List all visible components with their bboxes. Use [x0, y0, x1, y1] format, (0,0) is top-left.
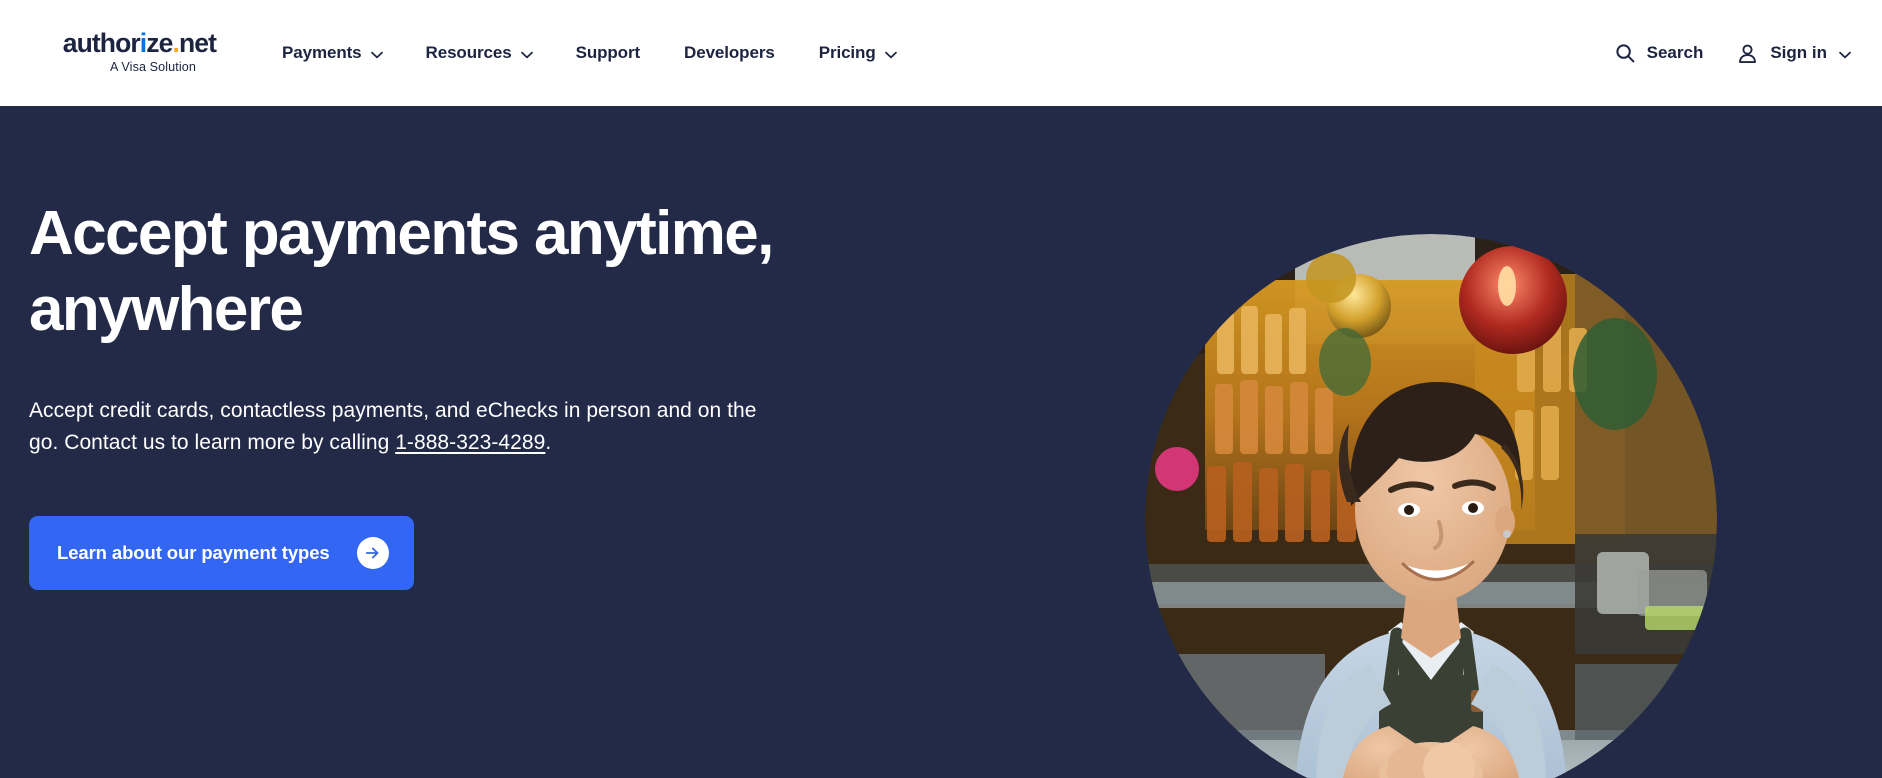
hero-description-suffix: . [545, 431, 552, 455]
logo-wordmark: authorize.net [62, 27, 217, 58]
hero-title-line-1: Accept payments anytime, [29, 199, 774, 268]
nav-item-pricing[interactable]: Pricing [797, 35, 918, 71]
hero-description: Accept credit cards, contactless payment… [29, 395, 789, 459]
site-header: authorize.net A Visa Solution Payments R… [0, 0, 1882, 106]
sign-in-button[interactable]: Sign in [1737, 43, 1851, 64]
phone-link[interactable]: 1-888-323-4289 [395, 431, 545, 454]
nav-item-support[interactable]: Support [554, 35, 662, 71]
nav-item-label: Support [575, 43, 641, 62]
logo-text-before-i: author [62, 27, 141, 58]
user-icon [1737, 43, 1758, 64]
arrow-right-circle-icon [356, 537, 389, 570]
hero-title-line-2: anywhere [29, 274, 304, 344]
nav-item-label: Developers [684, 43, 775, 62]
logo-tagline: A Visa Solution [110, 60, 196, 75]
logo-text-after-i: ze [146, 27, 173, 58]
nav-item-resources[interactable]: Resources [404, 35, 554, 71]
logo[interactable]: authorize.net A Visa Solution [26, 27, 217, 75]
nav-item-developers[interactable]: Developers [662, 35, 797, 71]
hero-section: Accept payments anytime, anywhere Accept… [0, 106, 1882, 778]
nav-item-label: Pricing [818, 43, 876, 62]
header-utility-nav: Search Sign in [1615, 43, 1856, 64]
search-icon [1615, 43, 1635, 63]
chevron-down-icon [1839, 51, 1851, 58]
logo-net: net [178, 27, 217, 58]
nav-item-payments[interactable]: Payments [260, 35, 404, 71]
hero-copy: Accept payments anytime, anywhere Accept… [29, 106, 829, 591]
chevron-down-icon [884, 51, 897, 58]
search-label: Search [1646, 43, 1704, 62]
hero-image [1145, 234, 1717, 778]
chevron-down-icon [370, 51, 383, 58]
sign-in-label: Sign in [1770, 43, 1827, 62]
hero-description-text: Accept credit cards, contactless payment… [29, 399, 757, 455]
chevron-down-icon [520, 51, 533, 58]
hero-image-illustration [1145, 234, 1717, 778]
main-navigation: Payments Resources Support Developers Pr… [260, 35, 918, 71]
search-button[interactable]: Search [1615, 43, 1704, 63]
nav-item-label: Payments [282, 43, 362, 62]
learn-about-payment-types-button[interactable]: Learn about our payment types [29, 516, 414, 591]
cta-label: Learn about our payment types [57, 542, 330, 564]
page-title: Accept payments anytime, anywhere [29, 196, 829, 347]
nav-item-label: Resources [425, 43, 512, 62]
